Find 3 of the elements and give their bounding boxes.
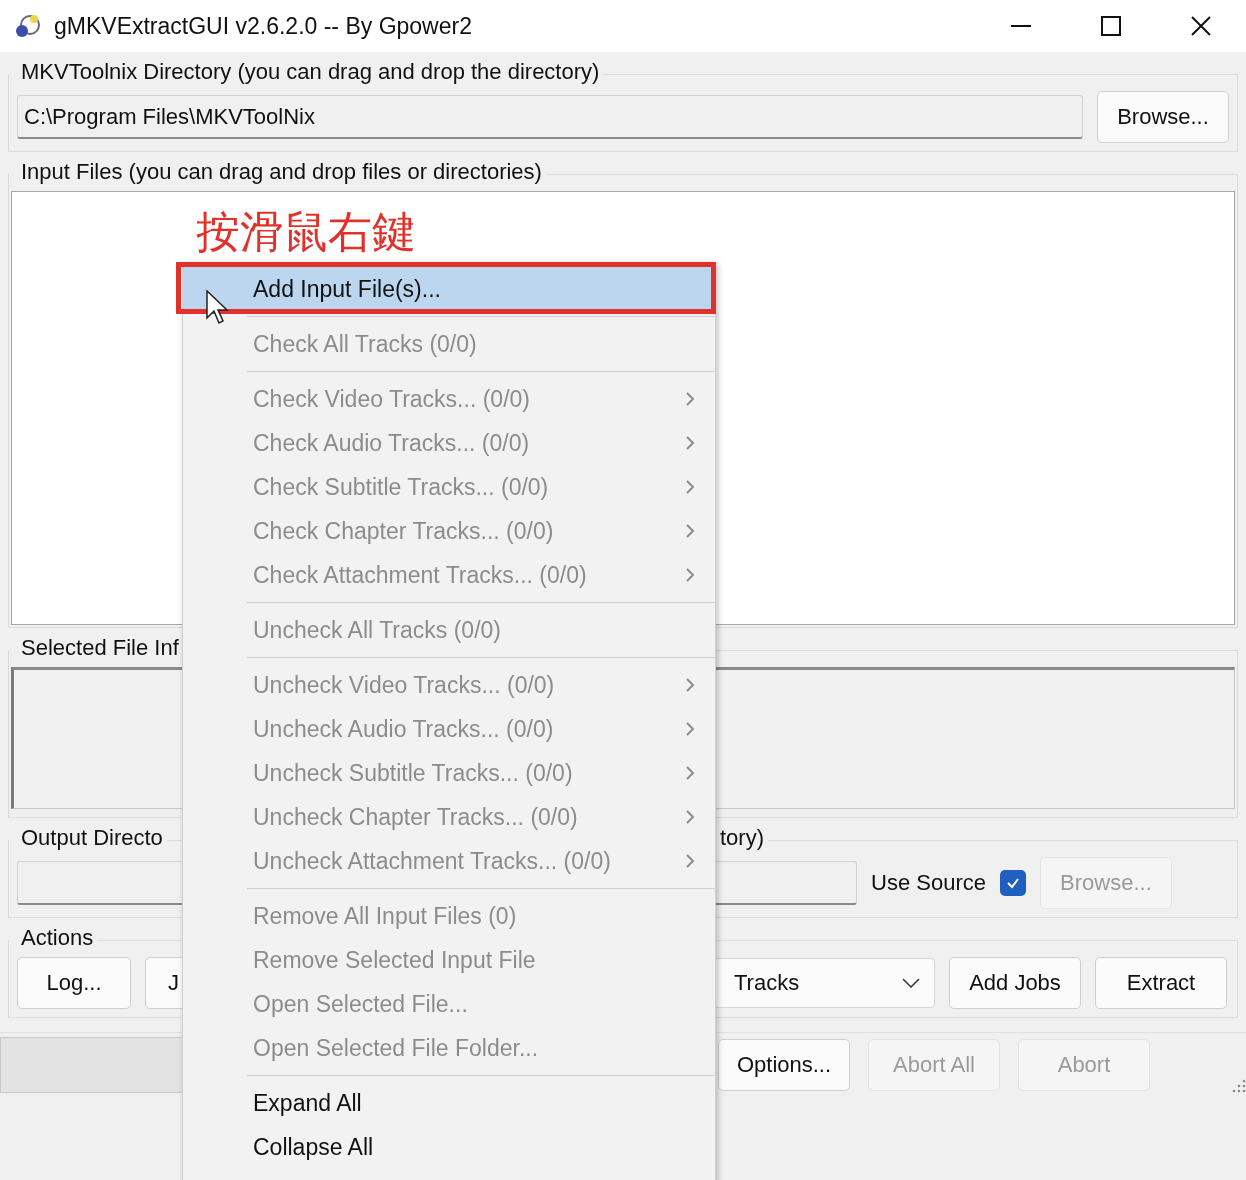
use-source-label: Use Source [871,870,986,896]
window-title: gMKVExtractGUI v2.6.2.0 -- By Gpower2 [54,12,473,40]
annotation-text: 按滑鼠右鍵 [196,206,416,258]
